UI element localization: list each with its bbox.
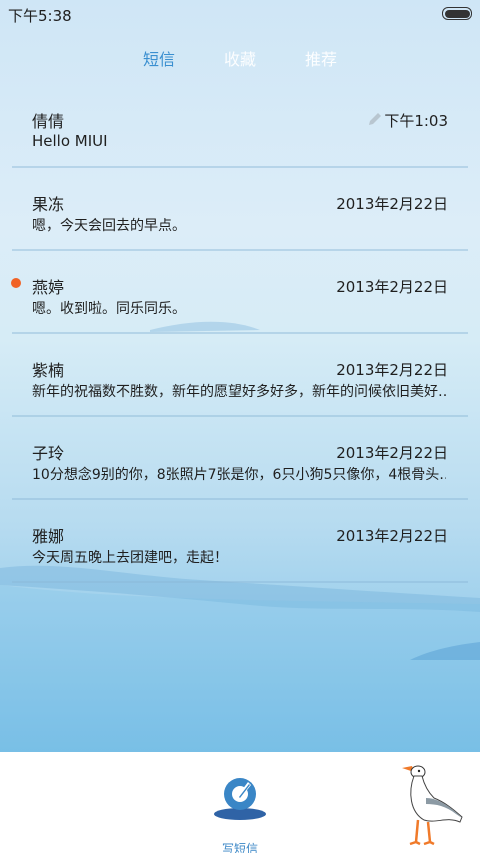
message-date: 下午1:03: [384, 112, 448, 130]
pencil-icon: [369, 113, 381, 125]
compose-button[interactable]: 写短信: [205, 766, 275, 853]
status-bar: 下午5:38: [0, 0, 480, 28]
message-date: 2013年2月22日: [336, 527, 448, 545]
message-date: 2013年2月22日: [336, 195, 448, 213]
unread-indicator: [11, 278, 21, 288]
message-preview: 嗯。收到啦。同乐同乐。: [32, 301, 186, 317]
message-date: 2013年2月22日: [336, 444, 448, 462]
contact-name: 倩倩: [32, 112, 65, 131]
tab-favorites[interactable]: 收藏: [210, 46, 270, 70]
conversation-row[interactable]: 燕婷 2013年2月22日 嗯。收到啦。同乐同乐。: [0, 251, 480, 334]
conversation-list: 倩倩 下午1:03 Hello MIUI 果冻 2013年2月22日 嗯，今天会…: [0, 85, 480, 583]
contact-name: 果冻: [32, 195, 65, 214]
messages-screen: 下午5:38 短信 收藏 推荐 倩倩 下午1:03 Hello MIUI 果冻 …: [0, 0, 480, 752]
contact-name: 雅娜: [32, 527, 65, 546]
message-date: 2013年2月22日: [336, 361, 448, 379]
conversation-row[interactable]: 子玲 2013年2月22日 10分想念9别的你，8张照片7张是你，6只小狗5只像…: [0, 417, 480, 500]
compose-icon: [214, 778, 266, 820]
conversation-row[interactable]: 雅娜 2013年2月22日 今天周五晚上去团建吧，走起！: [0, 500, 480, 583]
compose-label: 写短信: [221, 842, 258, 853]
seagull-illustration: [402, 765, 463, 846]
contact-name: 子玲: [32, 444, 65, 463]
message-preview: Hello MIUI: [32, 132, 108, 150]
contact-name: 紫楠: [32, 361, 65, 380]
battery-icon: [442, 7, 472, 20]
status-time: 下午5:38: [8, 7, 72, 25]
message-preview: 今天周五晚上去团建吧，走起！: [32, 550, 228, 566]
contact-name: 燕婷: [32, 278, 65, 297]
bottom-bar: 写短信: [0, 752, 480, 853]
tab-messages[interactable]: 短信: [129, 46, 189, 70]
row-divider: [12, 581, 468, 583]
conversation-row[interactable]: 倩倩 下午1:03 Hello MIUI: [0, 85, 480, 168]
message-preview: 嗯，今天会回去的早点。: [32, 218, 186, 234]
conversation-row[interactable]: 紫楠 2013年2月22日 新年的祝福数不胜数，新年的愿望好多好多，新年的问候依…: [0, 334, 480, 417]
message-date: 2013年2月22日: [336, 278, 448, 296]
message-preview: 新年的祝福数不胜数，新年的愿望好多好多，新年的问候依旧美好…: [32, 384, 446, 400]
tab-recommended[interactable]: 推荐: [291, 46, 351, 70]
message-preview: 10分想念9别的你，8张照片7张是你，6只小狗5只像你，4根骨头…: [32, 467, 446, 483]
conversation-row[interactable]: 果冻 2013年2月22日 嗯，今天会回去的早点。: [0, 168, 480, 251]
tab-bar: 短信 收藏 推荐: [0, 46, 480, 70]
